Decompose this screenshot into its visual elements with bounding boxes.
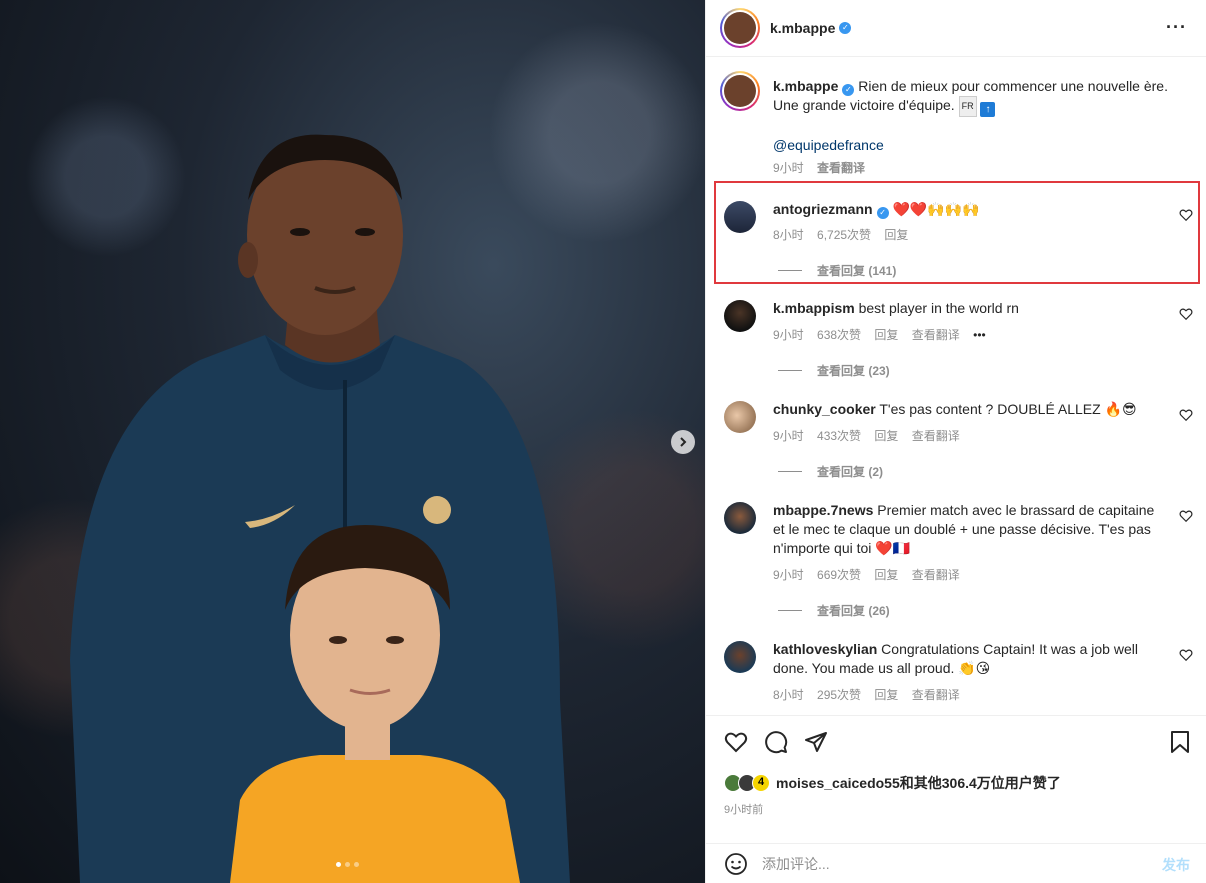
view-replies-button[interactable]: 查看回复 (26) <box>778 602 890 619</box>
comment-username[interactable]: k.mbappism <box>773 300 855 316</box>
flag-fr-badge: FR <box>958 96 977 117</box>
heart-icon[interactable] <box>724 730 748 754</box>
verified-icon: ✓ <box>839 22 852 34</box>
verified-icon: ✓ <box>842 84 855 96</box>
likes-text: moises_caicedo55和其他306.4万位用户赞了 <box>776 775 1061 791</box>
comment-avatar[interactable] <box>724 641 756 673</box>
comment-likes[interactable]: 433次赞 <box>817 429 861 443</box>
comment-time: 9小时 <box>773 328 804 342</box>
comment-username[interactable]: mbappe.7news <box>773 502 873 518</box>
comment-username[interactable]: kathloveskylian <box>773 641 877 657</box>
view-replies-label: 查看回复 (26) <box>817 604 890 618</box>
comment-icon[interactable] <box>764 730 788 754</box>
post-media[interactable] <box>0 0 705 883</box>
comment-time: 9小时 <box>773 568 804 582</box>
likes-summary[interactable]: 4 moises_caicedo55和其他306.4万位用户赞了 <box>724 773 1061 793</box>
verified-icon: ✓ <box>876 207 889 219</box>
comment-avatar[interactable] <box>724 300 756 332</box>
comment-translate-link[interactable]: 查看翻译 <box>912 688 960 702</box>
comment-username[interactable]: chunky_cooker <box>773 401 876 417</box>
comment-composer: 发布 <box>706 843 1206 883</box>
view-replies-button[interactable]: 查看回复 (23) <box>778 362 890 379</box>
heart-icon[interactable] <box>1179 509 1193 523</box>
view-replies-label: 查看回复 (23) <box>817 364 890 378</box>
comment-reply-button[interactable]: 回复 <box>874 688 898 702</box>
comments-list[interactable]: k.mbappe ✓ Rien de mieux pour commencer u… <box>706 57 1206 715</box>
post-header: k.mbappe ✓ ··· <box>706 0 1206 57</box>
view-replies-button[interactable]: 查看回复 (141) <box>778 262 896 279</box>
comment-reply-button[interactable]: 回复 <box>874 328 898 342</box>
comment-time: 8小时 <box>773 688 804 702</box>
post-time: 9小时前 <box>724 804 764 816</box>
comment-likes[interactable]: 638次赞 <box>817 328 861 342</box>
caption-mention[interactable]: @equipedefrance <box>773 136 1173 155</box>
author-avatar[interactable] <box>720 8 760 48</box>
emoji-icon[interactable] <box>724 852 748 876</box>
comment-avatar[interactable] <box>724 502 756 534</box>
comment-time: 9小时 <box>773 429 804 443</box>
post-comment-button[interactable]: 发布 <box>1162 855 1190 875</box>
comment-more-icon[interactable]: ••• <box>973 328 986 342</box>
more-icon[interactable]: ··· <box>1166 18 1187 36</box>
caption-avatar[interactable] <box>720 71 760 111</box>
bookmark-icon[interactable] <box>1170 730 1190 754</box>
comment-username[interactable]: antogriezmann <box>773 201 873 217</box>
comment-input[interactable] <box>762 852 1132 876</box>
carousel-dot <box>336 862 341 867</box>
comment-avatar[interactable] <box>724 401 756 433</box>
carousel-indicator <box>336 862 359 867</box>
comment-time: 8小时 <box>773 228 804 242</box>
heart-icon[interactable] <box>1179 307 1193 321</box>
comment-translate-link[interactable]: 查看翻译 <box>912 568 960 582</box>
author-username[interactable]: k.mbappe <box>770 20 835 36</box>
share-icon[interactable] <box>804 730 828 754</box>
liker-badge: 4 <box>752 774 770 792</box>
comment-reply-button[interactable]: 回复 <box>874 429 898 443</box>
caption-time: 9小时 <box>773 161 804 175</box>
view-replies-button[interactable]: 查看回复 (2) <box>778 463 883 480</box>
comment-text: best player in the world rn <box>858 300 1019 316</box>
comment-likes[interactable]: 6,725次赞 <box>817 228 871 242</box>
top-emoji-icon: ↑ <box>980 102 996 117</box>
post-photo <box>70 134 570 883</box>
comment-likes[interactable]: 295次赞 <box>817 688 861 702</box>
heart-icon[interactable] <box>1179 648 1193 662</box>
view-replies-label: 查看回复 (141) <box>817 264 897 278</box>
post-sidebar: k.mbappe ✓ ··· k.mbappe ✓ Rien de mieux p… <box>705 0 1206 883</box>
comment-text: ❤️❤️🙌🙌🙌 <box>892 201 980 217</box>
next-arrow-icon[interactable] <box>671 430 695 454</box>
comment-avatar[interactable] <box>724 201 756 233</box>
heart-icon[interactable] <box>1179 208 1193 222</box>
carousel-dot <box>354 862 359 867</box>
comment-text: T'es pas content ? DOUBLÉ ALLEZ 🔥😎 <box>879 401 1137 417</box>
post-actions: 4 moises_caicedo55和其他306.4万位用户赞了 9小时前 发布 <box>706 715 1206 883</box>
heart-icon[interactable] <box>1179 408 1193 422</box>
comment-reply-button[interactable]: 回复 <box>884 228 908 242</box>
comment-translate-link[interactable]: 查看翻译 <box>912 429 960 443</box>
caption-username[interactable]: k.mbappe <box>773 78 838 94</box>
comment-likes[interactable]: 669次赞 <box>817 568 861 582</box>
caption-translate-link[interactable]: 查看翻译 <box>817 161 865 175</box>
comment-translate-link[interactable]: 查看翻译 <box>912 328 960 342</box>
comment-reply-button[interactable]: 回复 <box>874 568 898 582</box>
view-replies-label: 查看回复 (2) <box>817 465 884 479</box>
carousel-dot <box>345 862 350 867</box>
